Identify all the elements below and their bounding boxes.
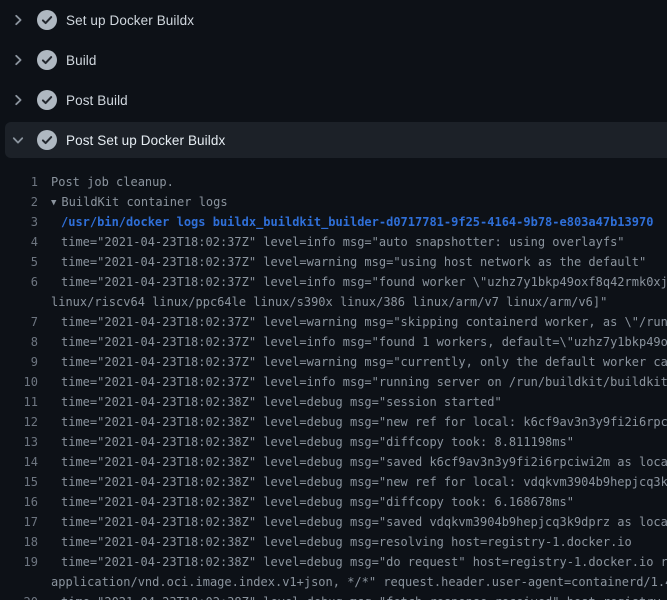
log-row: 3 /usr/bin/docker logs buildx_buildkit_b…	[0, 212, 667, 232]
line-number[interactable]: 4	[0, 232, 38, 252]
line-number[interactable]: 14	[0, 452, 38, 472]
step-label: Build	[66, 53, 97, 68]
log-text: time="2021-04-23T18:02:37Z" level=info m…	[38, 232, 625, 252]
line-number[interactable]	[0, 572, 38, 592]
group-caret-icon[interactable]: ▼	[51, 193, 56, 212]
line-number[interactable]: 11	[0, 392, 38, 412]
log-row: 8 time="2021-04-23T18:02:37Z" level=info…	[0, 332, 667, 352]
log-command: /usr/bin/docker logs buildx_buildkit_bui…	[38, 212, 653, 232]
log-row: 16 time="2021-04-23T18:02:38Z" level=deb…	[0, 492, 667, 512]
log-row: 11 time="2021-04-23T18:02:38Z" level=deb…	[0, 392, 667, 412]
log-text: time="2021-04-23T18:02:37Z" level=info m…	[38, 332, 667, 352]
actions-log-view: Set up Docker Buildx Build	[0, 0, 667, 600]
line-number[interactable]: 10	[0, 372, 38, 392]
log-text: linux/riscv64 linux/ppc64le linux/s390x …	[38, 292, 607, 312]
log-text: time="2021-04-23T18:02:38Z" level=debug …	[38, 532, 632, 552]
line-number[interactable]	[0, 292, 38, 312]
chevron-right-icon	[10, 52, 26, 68]
step-row-post-set-up-docker-buildx[interactable]: Post Set up Docker Buildx	[5, 122, 667, 158]
step-row-build[interactable]: Build	[0, 40, 667, 80]
log-row: 19 time="2021-04-23T18:02:38Z" level=deb…	[0, 552, 667, 572]
log-text: time="2021-04-23T18:02:38Z" level=debug …	[38, 592, 667, 600]
steps-list: Set up Docker Buildx Build	[0, 0, 667, 158]
log-row: 10 time="2021-04-23T18:02:37Z" level=inf…	[0, 372, 667, 392]
line-number[interactable]: 17	[0, 512, 38, 532]
log-row: 7 time="2021-04-23T18:02:37Z" level=warn…	[0, 312, 667, 332]
log-row: 20 time="2021-04-23T18:02:38Z" level=deb…	[0, 592, 667, 600]
line-number[interactable]: 8	[0, 332, 38, 352]
log-text: time="2021-04-23T18:02:38Z" level=debug …	[38, 452, 667, 472]
log-row-wrap: linux/riscv64 linux/ppc64le linux/s390x …	[0, 292, 667, 312]
log-row: 6 time="2021-04-23T18:02:37Z" level=info…	[0, 272, 667, 292]
line-number[interactable]: 16	[0, 492, 38, 512]
line-number[interactable]: 2	[0, 192, 38, 212]
step-label: Post Build	[66, 93, 128, 108]
line-number[interactable]: 13	[0, 432, 38, 452]
line-number[interactable]: 20	[0, 592, 38, 600]
line-number[interactable]: 19	[0, 552, 38, 572]
step-label: Set up Docker Buildx	[66, 13, 194, 28]
check-circle-icon	[37, 10, 57, 30]
step-row-post-build[interactable]: Post Build	[0, 80, 667, 120]
check-circle-icon	[37, 90, 57, 110]
log-row-wrap: application/vnd.oci.image.index.v1+json,…	[0, 572, 667, 592]
line-number[interactable]: 12	[0, 412, 38, 432]
line-number[interactable]: 9	[0, 352, 38, 372]
line-number[interactable]: 7	[0, 312, 38, 332]
line-number[interactable]: 5	[0, 252, 38, 272]
log-row: 5 time="2021-04-23T18:02:37Z" level=warn…	[0, 252, 667, 272]
log-row: 13 time="2021-04-23T18:02:38Z" level=deb…	[0, 432, 667, 452]
check-circle-icon	[37, 130, 57, 150]
log-row: 12 time="2021-04-23T18:02:38Z" level=deb…	[0, 412, 667, 432]
line-number[interactable]: 1	[0, 172, 38, 192]
log-row: 1 Post job cleanup.	[0, 172, 667, 192]
log-row: 18 time="2021-04-23T18:02:38Z" level=deb…	[0, 532, 667, 552]
log-row: 9 time="2021-04-23T18:02:37Z" level=warn…	[0, 352, 667, 372]
log-row: 17 time="2021-04-23T18:02:38Z" level=deb…	[0, 512, 667, 532]
log-text: Post job cleanup.	[38, 172, 174, 192]
log-text: time="2021-04-23T18:02:37Z" level=info m…	[38, 372, 667, 392]
log-text: application/vnd.oci.image.index.v1+json,…	[38, 572, 667, 592]
log-text: time="2021-04-23T18:02:38Z" level=debug …	[38, 392, 502, 412]
log-text: time="2021-04-23T18:02:37Z" level=warnin…	[38, 312, 667, 332]
line-number[interactable]: 3	[0, 212, 38, 232]
step-row-set-up-docker-buildx[interactable]: Set up Docker Buildx	[0, 0, 667, 40]
line-number[interactable]: 6	[0, 272, 38, 292]
log-viewer: 1 Post job cleanup. 2 ▼BuildKit containe…	[0, 160, 667, 600]
log-text: time="2021-04-23T18:02:38Z" level=debug …	[38, 492, 574, 512]
chevron-down-icon	[10, 132, 26, 148]
log-row: 15 time="2021-04-23T18:02:38Z" level=deb…	[0, 472, 667, 492]
step-label: Post Set up Docker Buildx	[66, 133, 225, 148]
log-group-toggle[interactable]: ▼BuildKit container logs	[38, 192, 228, 212]
line-number[interactable]: 18	[0, 532, 38, 552]
log-text: time="2021-04-23T18:02:38Z" level=debug …	[38, 472, 667, 492]
log-text: time="2021-04-23T18:02:37Z" level=info m…	[38, 272, 667, 292]
log-text: time="2021-04-23T18:02:37Z" level=warnin…	[38, 352, 667, 372]
check-circle-icon	[37, 50, 57, 70]
line-number[interactable]: 15	[0, 472, 38, 492]
log-row: 2 ▼BuildKit container logs	[0, 192, 667, 212]
chevron-right-icon	[10, 92, 26, 108]
log-text: time="2021-04-23T18:02:37Z" level=warnin…	[38, 252, 646, 272]
log-text: time="2021-04-23T18:02:38Z" level=debug …	[38, 512, 667, 532]
log-text: time="2021-04-23T18:02:38Z" level=debug …	[38, 432, 574, 452]
log-text: time="2021-04-23T18:02:38Z" level=debug …	[38, 412, 667, 432]
log-text: time="2021-04-23T18:02:38Z" level=debug …	[38, 552, 667, 572]
chevron-right-icon	[10, 12, 26, 28]
log-row: 14 time="2021-04-23T18:02:38Z" level=deb…	[0, 452, 667, 472]
log-row: 4 time="2021-04-23T18:02:37Z" level=info…	[0, 232, 667, 252]
